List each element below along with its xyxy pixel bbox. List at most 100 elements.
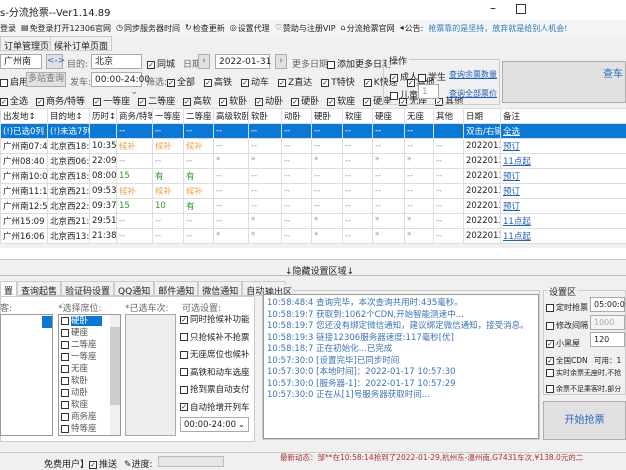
tab-settings[interactable]: 置 — [0, 281, 18, 297]
date-input[interactable]: 2022-01-31 — [215, 54, 271, 69]
selected-trains-list[interactable] — [125, 314, 176, 436]
minimize-button[interactable]: – — [490, 1, 496, 15]
seat-filter-checkbox[interactable]: ✓ 二等座 — [138, 94, 175, 107]
passenger-list[interactable] — [0, 314, 53, 436]
filter-checkbox[interactable]: ✓ Z直达 — [278, 75, 312, 88]
table-cell[interactable]: 预订 — [500, 183, 626, 199]
table-cell[interactable]: 预订 — [500, 138, 626, 154]
tab-waitlist-orders[interactable]: 候补订单页面 — [50, 36, 113, 52]
menu-check-update[interactable]: ↻ 检查更新 — [185, 23, 225, 34]
same-city-checkbox[interactable]: ✓ 同城 — [147, 57, 175, 70]
filter-checkbox[interactable]: ✓ 动车 — [241, 75, 269, 88]
column-header[interactable]: 目的地↕ — [47, 108, 90, 124]
column-header[interactable]: 备注 — [500, 108, 626, 124]
seat-list[interactable]: 硬卧 硬座 二等座 一等座 无座 软卧 动卧 软座 商务座 特等座 — [58, 314, 121, 436]
tab-captcha[interactable]: 验证码设置 — [61, 281, 115, 297]
seat-filter-checkbox[interactable]: ✓ 商务/特等 — [36, 94, 85, 107]
column-header[interactable]: 硬座 — [372, 108, 405, 124]
blackroom-checkbox[interactable]: ✓ 小黑屋 — [546, 338, 580, 349]
swap-button[interactable]: <-> — [46, 54, 65, 69]
timed-checkbox[interactable]: 定时抢票 — [546, 302, 588, 313]
table-cell[interactable]: 全选 — [500, 123, 626, 139]
next-date-button[interactable]: › — [275, 54, 287, 69]
scrollbar-thumb[interactable] — [110, 327, 120, 405]
column-header[interactable]: 一等座 — [152, 108, 184, 124]
option-checkbox[interactable]: 无座席位也候补 — [180, 348, 250, 366]
query-train-button[interactable]: 查车 — [502, 61, 626, 103]
table-row[interactable]: 广州南10:00北京西18:0008:0015有有---------------… — [0, 168, 626, 184]
column-header[interactable]: 其他 — [433, 108, 464, 124]
column-header[interactable]: 动卧 — [281, 108, 312, 124]
interval-input[interactable]: 1000 — [590, 315, 625, 330]
child-checkbox[interactable]: 儿童 — [390, 88, 418, 101]
push-checkbox[interactable]: ✓ 推送 — [89, 457, 117, 470]
filter-checkbox[interactable]: ✓ T特快 — [321, 75, 355, 88]
hide-settings-bar[interactable]: ↓隐藏设置区域↓ — [0, 262, 626, 277]
adult-checkbox[interactable]: ✓ 成人 — [390, 70, 418, 83]
maximize-button[interactable] — [516, 4, 526, 14]
table-row[interactable]: 广州南11:17北京西21:1009:53候补候补候补-------------… — [0, 183, 626, 199]
filter-checkbox[interactable]: ✓ 高铁 — [204, 75, 232, 88]
table-cell[interactable]: 11点起 — [500, 153, 626, 169]
summary-row[interactable]: (!)已选0列 (!)未选7列 -- -- -- -- -- -- -- -- -- -- 双击/右键全… — [0, 123, 626, 139]
option-checkbox[interactable]: 高铁和动车选座 — [180, 366, 250, 384]
tab-wechat-notify[interactable]: 微信通知 — [198, 281, 243, 297]
option-checkbox[interactable]: ✓ 自动抢增开列车 — [180, 401, 250, 419]
from-station-input[interactable]: 广州南 — [0, 54, 42, 69]
depart-time-select[interactable]: 00:00-24:00 ⌄ — [91, 72, 150, 97]
column-header[interactable]: 软座 — [342, 108, 373, 124]
realtime-checkbox[interactable]: 实时余票无座时,不抢 — [546, 369, 624, 377]
table-row[interactable]: 广州15:09北京西21:0029:51--------*--*--**--20… — [0, 213, 626, 229]
column-header[interactable]: 商务/特等 — [116, 108, 153, 124]
option-time-select[interactable]: 00:00-24:00 ⌄ — [180, 417, 249, 432]
menu-proxy[interactable]: ◎ 设置代理 — [230, 23, 270, 34]
student-checkbox[interactable]: 学生 — [418, 70, 446, 83]
option-checkbox[interactable]: 抢到票自动支付 — [180, 383, 250, 401]
tab-presale-query[interactable]: 查询起售 — [17, 281, 62, 297]
table-row[interactable]: 广州08:40北京西06:4922:09------**--*--**--202… — [0, 153, 626, 169]
table-cell[interactable]: 11点起 — [500, 228, 626, 244]
notice-text[interactable]: 抢票靠的是坚持，放弃就是给别人机会! — [428, 23, 567, 34]
seat-filter-checkbox[interactable]: ✓ 软座 — [327, 94, 355, 107]
table-cell[interactable]: 预订 — [500, 198, 626, 214]
option-checkbox[interactable]: ✓ 同时抢候补功能 — [180, 313, 250, 331]
seat-filter-checkbox[interactable]: ✓ 全选 — [0, 94, 28, 107]
hide-settings-toggle[interactable]: ↓隐藏设置区域↓ — [285, 264, 354, 277]
column-header[interactable]: 高级软卧 — [213, 108, 249, 124]
menu-website[interactable]: ⌂ 分流抢票官网 — [341, 23, 395, 34]
table-row[interactable]: 广州南07:47北京西18:2210:35候补候补候补-------------… — [0, 138, 626, 154]
seat-filter-checkbox[interactable]: ✓ 一等座 — [93, 94, 130, 107]
seat-filter-checkbox[interactable]: ✓ 硬卧 — [291, 94, 319, 107]
seat-filter-checkbox[interactable]: ✓ 动卧 — [255, 94, 283, 107]
to-station-input[interactable]: 北京 — [91, 54, 142, 69]
query-remaining-link[interactable]: 查询余票数量 — [449, 69, 497, 80]
filter-checkbox[interactable]: ✓ 全部 — [167, 75, 195, 88]
table-row[interactable]: 广州16:06北京西13:4421:38------**--*--**--202… — [0, 228, 626, 244]
multi-station-button[interactable]: 多站查询 — [26, 72, 66, 87]
child-count-stepper[interactable]: 1 — [418, 84, 439, 99]
column-header[interactable]: 出发地↕ — [0, 108, 48, 124]
prev-date-button[interactable]: ‹ — [198, 54, 210, 69]
column-header[interactable]: 无座 — [404, 108, 434, 124]
table-cell[interactable]: 预订 — [500, 168, 626, 184]
interval-checkbox[interactable]: 修改间隔 — [546, 320, 588, 331]
option-checkbox[interactable]: 只抢候补不抢票 — [180, 331, 250, 349]
menu-login[interactable]: 登录 — [0, 23, 16, 34]
blackroom-input[interactable]: 120 — [590, 332, 625, 347]
table-cell[interactable]: 11点起 — [500, 213, 626, 229]
insufficient-checkbox[interactable]: 余票不足乘客时,部分 — [546, 385, 624, 393]
menu-vip[interactable]: ♡ 赞助与注册VIP — [275, 23, 336, 34]
column-header[interactable]: 日期 — [463, 108, 501, 124]
column-header[interactable]: 软卧 — [248, 108, 282, 124]
column-header[interactable]: 历时↕ — [89, 108, 117, 124]
query-prices-link[interactable]: 查询全部票价 — [449, 88, 497, 99]
menu-open-12306[interactable]: ▤ 免登录打开12306官网 — [21, 23, 111, 34]
start-grab-button[interactable]: 开始抢票 — [543, 401, 626, 440]
table-row[interactable]: 广州南12:50北京西22:2709:371510有--------------… — [0, 198, 626, 214]
tab-qq-notify[interactable]: QQ通知 — [114, 281, 155, 297]
menu-sync-time[interactable]: ◷ 同步服务器时间 — [116, 23, 180, 34]
enable-checkbox[interactable]: 启用 — [0, 75, 28, 88]
timed-input[interactable]: 05:00:0 — [590, 297, 625, 312]
tab-mail-notify[interactable]: 邮件通知 — [154, 281, 199, 297]
seat-filter-checkbox[interactable]: ✓ 高软 — [183, 94, 211, 107]
